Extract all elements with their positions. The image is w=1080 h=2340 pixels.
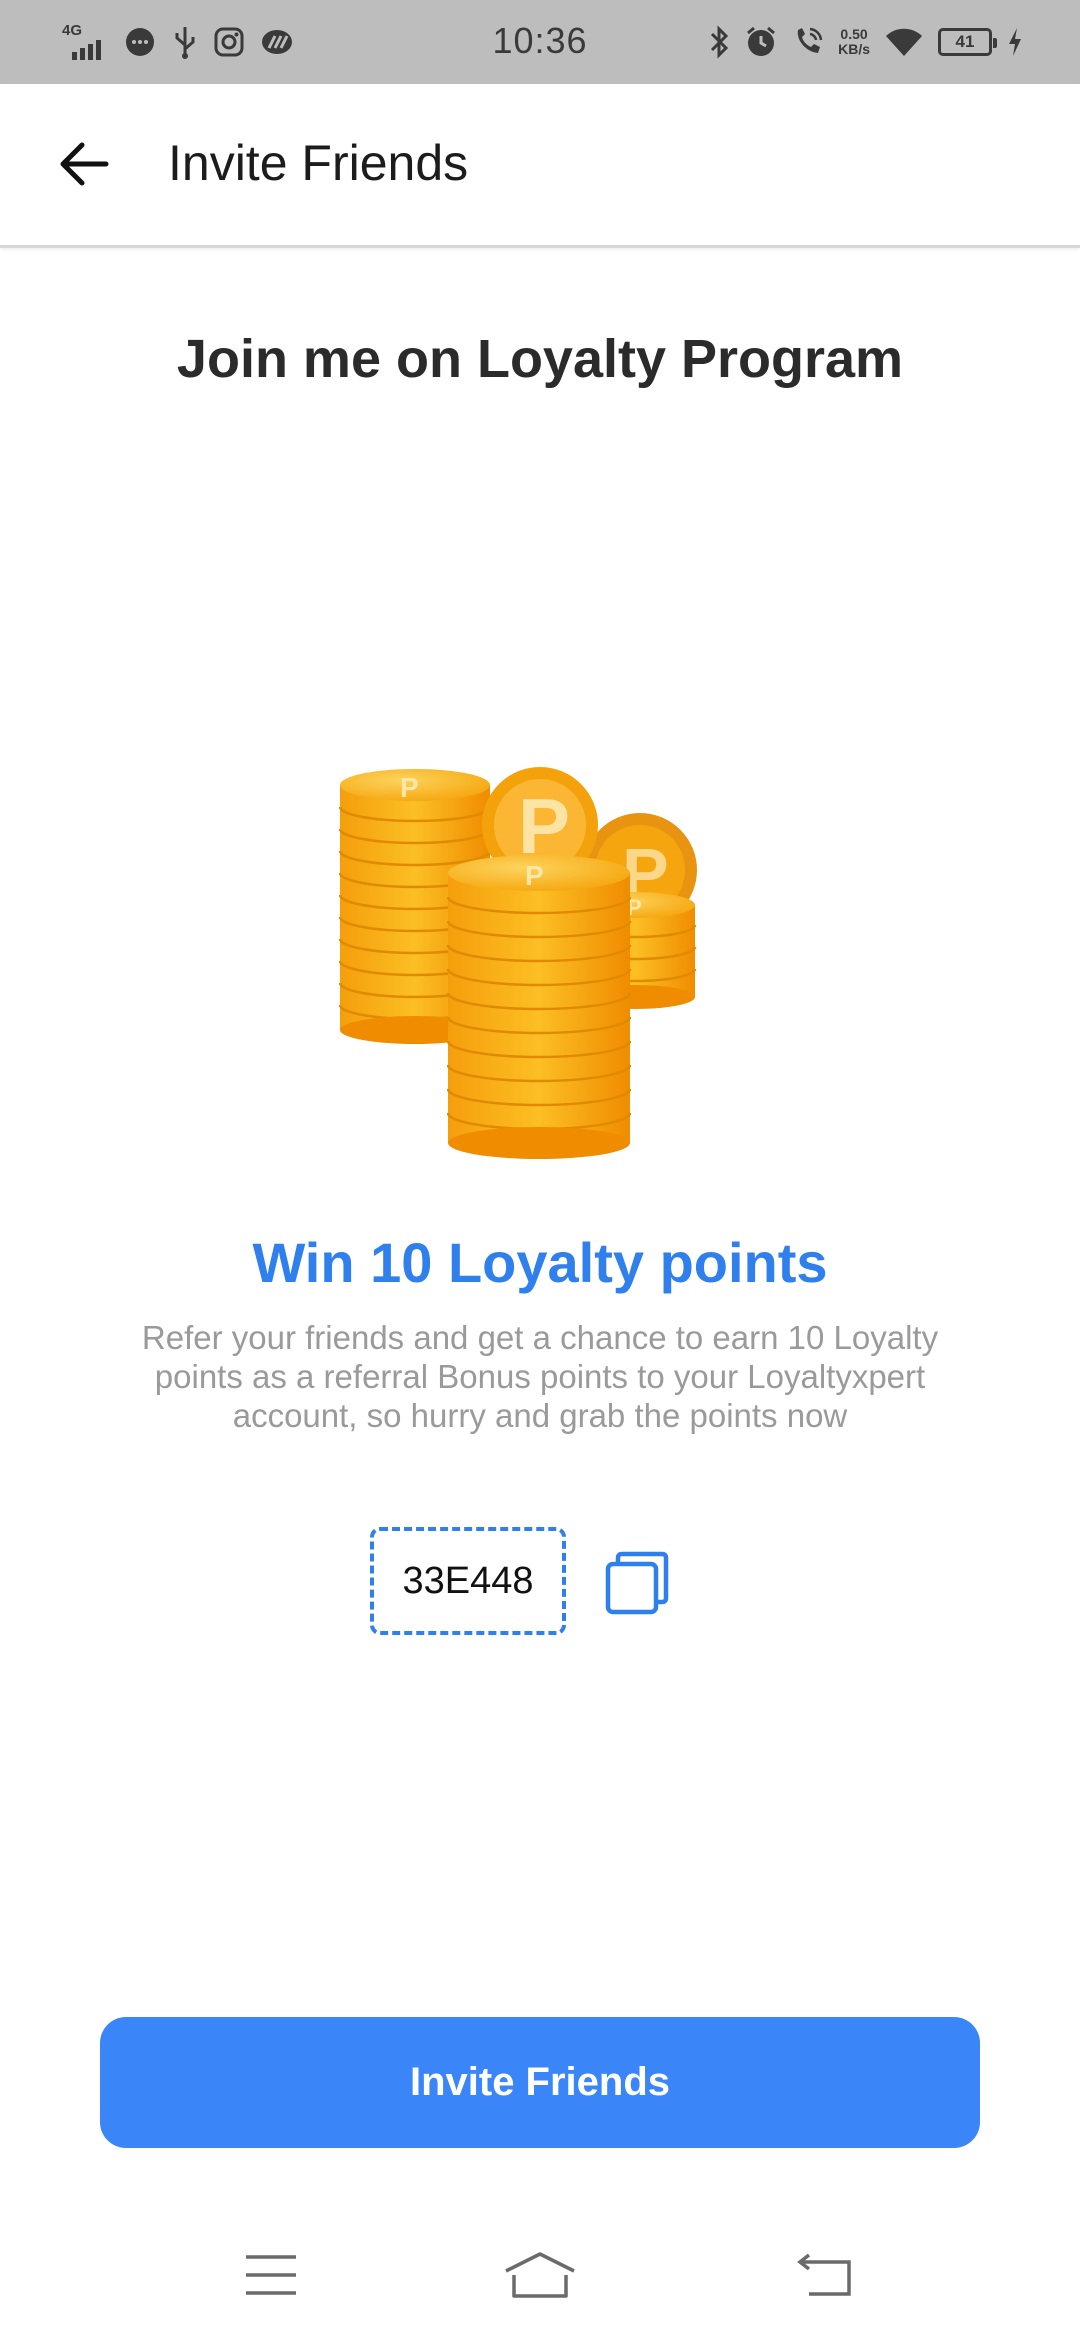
invite-friends-screen: 4G 10:36 0.50 KB/s 41 Invite Friends Joi… <box>0 0 1080 2340</box>
system-nav-bar <box>0 2220 1080 2340</box>
headline: Join me on Loyalty Program <box>176 329 904 389</box>
menu-icon <box>246 2255 296 2295</box>
app-bar: Invite Friends <box>0 84 1080 248</box>
charging-icon <box>1009 28 1021 56</box>
status-right-icons: 0.50 KB/s 41 <box>708 18 1024 66</box>
battery-icon: 41 <box>938 28 997 56</box>
invite-friends-button-label: Invite Friends <box>409 2060 671 2104</box>
page-title: Invite Friends <box>168 135 469 191</box>
reward-description: Refer your friends and get a chance to e… <box>141 1319 939 1434</box>
referral-code: 33E448 <box>402 1559 534 1602</box>
home-icon <box>505 2252 575 2298</box>
nav-menu-button[interactable] <box>211 2220 331 2330</box>
nav-back-button[interactable] <box>764 2220 884 2330</box>
network-speed-unit: KB/s <box>838 41 870 57</box>
bluetooth-icon <box>711 25 729 59</box>
svg-text:P: P <box>400 772 419 803</box>
back-button[interactable] <box>48 128 120 200</box>
arrow-left-icon <box>60 142 109 186</box>
status-bar: 4G 10:36 0.50 KB/s 41 <box>0 0 1080 84</box>
alarm-icon <box>747 26 776 56</box>
copy-icon <box>605 1551 669 1615</box>
network-speed: 0.50 KB/s <box>838 27 870 57</box>
nav-home-button[interactable] <box>480 2220 600 2330</box>
coins-illustration: P P P P P <box>338 767 697 1159</box>
network-speed-value: 0.50 <box>840 26 868 42</box>
copy-code-button[interactable] <box>604 1550 670 1616</box>
invite-friends-button[interactable]: Invite Friends <box>100 2017 980 2148</box>
reward-title: Win 10 Loyalty points <box>252 1231 828 1294</box>
wifi-icon <box>886 28 922 56</box>
wifi-call-icon <box>797 27 823 53</box>
back-icon <box>797 2253 851 2296</box>
svg-text:P: P <box>525 860 544 891</box>
referral-code-box[interactable]: 33E448 <box>370 1527 566 1635</box>
battery-level: 41 <box>955 32 975 51</box>
